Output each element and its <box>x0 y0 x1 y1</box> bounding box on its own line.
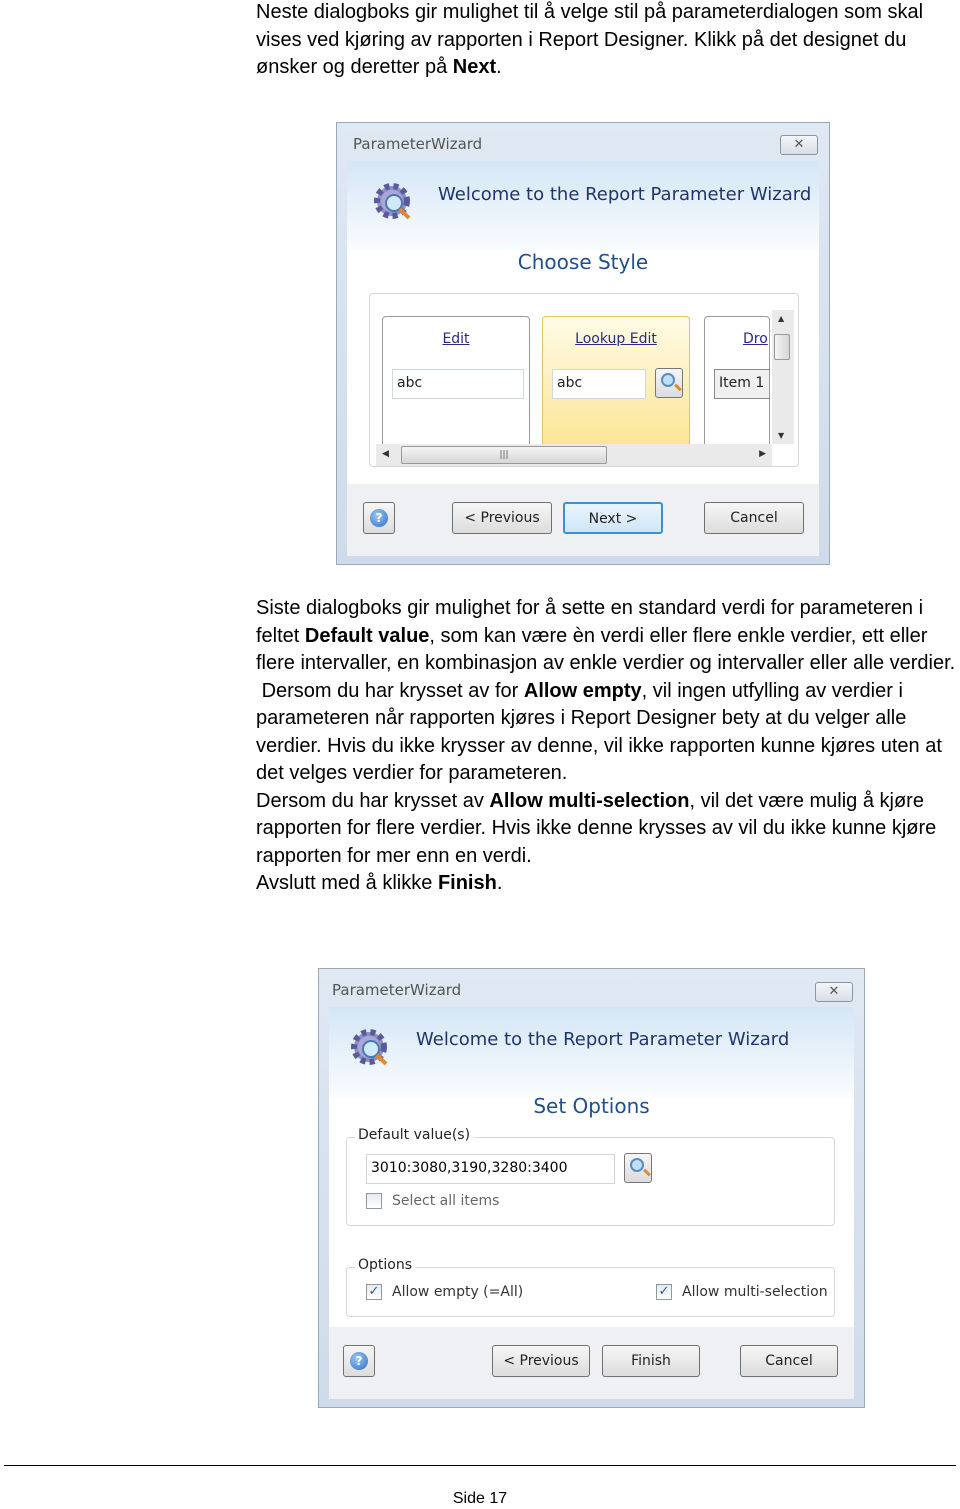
text: Dersom du har krysset av <box>256 789 490 812</box>
help-button[interactable]: ? <box>343 1345 375 1377</box>
help-button[interactable]: ? <box>363 502 395 534</box>
text: Dersom du har krysset av for <box>256 679 524 702</box>
welcome-heading: Welcome to the Report Parameter Wizard <box>416 1029 790 1050</box>
bold-default-value: Default value <box>304 624 430 647</box>
step-title: Choose Style <box>517 250 649 274</box>
bold-allow-empty: Allow empty <box>523 679 642 702</box>
parameter-wizard-choose-style-dialog: ParameterWizard ✕ Welcome to the Report … <box>336 122 830 565</box>
lookup-sample-input: abc <box>552 369 646 399</box>
lookup-values-button[interactable] <box>624 1153 652 1183</box>
horizontal-scrollbar[interactable]: ◀ ||| ▶ <box>376 444 772 466</box>
style-lookup-edit-link[interactable]: Lookup Edit <box>543 331 689 347</box>
gear-magnifier-icon <box>374 183 411 220</box>
paragraph-allow-empty: Dersom du har krysset av for Allow empty… <box>256 678 960 788</box>
allow-multi-selection-label: Allow multi-selection <box>682 1284 828 1300</box>
close-button[interactable]: ✕ <box>780 135 818 155</box>
body-paragraph: Siste dialogboks gir mulighet for å sett… <box>256 595 960 898</box>
footer-rule <box>4 1465 956 1466</box>
gear-magnifier-icon <box>351 1029 388 1066</box>
parameter-wizard-set-options-dialog: ParameterWizard ✕ Welcome to the Report … <box>318 968 865 1408</box>
close-button[interactable]: ✕ <box>815 982 853 1002</box>
allow-multi-selection-checkbox[interactable]: ✓ <box>656 1284 672 1300</box>
options-label: Options <box>355 1257 416 1273</box>
help-icon: ? <box>370 509 388 527</box>
finish-button[interactable]: Finish <box>602 1345 700 1377</box>
intro-paragraph: Neste dialogboks gir mulighet til å velg… <box>256 0 960 82</box>
style-gallery: Edit abc Lookup Edit abc Dro Item 1 ▲ ▼ … <box>369 293 799 467</box>
paragraph-allow-multi: Dersom du har krysset av Allow multi-sel… <box>256 788 960 871</box>
dialog-title: ParameterWizard <box>353 135 483 153</box>
text: . <box>496 872 503 894</box>
paragraph-default-value: Siste dialogboks gir mulighet for å sett… <box>256 595 960 678</box>
paragraph-finish: Avslutt med å klikke Finish. <box>256 870 960 898</box>
options-group: Options ✓ Allow empty (=All) ✓ Allow mul… <box>346 1257 835 1317</box>
step-title: Set Options <box>533 1094 650 1118</box>
style-card-edit[interactable]: Edit abc <box>382 316 530 444</box>
style-dropdown-link[interactable]: Dro <box>743 331 769 347</box>
default-values-group: Default value(s) 3010:3080,3190,3280:340… <box>346 1127 835 1226</box>
dialog-title: ParameterWizard <box>332 981 462 999</box>
allow-empty-checkbox[interactable]: ✓ <box>366 1284 382 1300</box>
cancel-button[interactable]: Cancel <box>704 502 804 534</box>
allow-empty-label: Allow empty (=All) <box>392 1284 524 1300</box>
vertical-scrollbar[interactable]: ▲ ▼ <box>772 310 794 444</box>
style-card-lookup-edit[interactable]: Lookup Edit abc <box>542 316 690 444</box>
text: Avslutt med å klikke <box>256 872 438 894</box>
page-number: Side 17 <box>452 1490 508 1507</box>
previous-button[interactable]: < Previous <box>492 1345 590 1377</box>
style-card-dropdown[interactable]: Dro Item 1 <box>704 316 770 444</box>
cancel-button[interactable]: Cancel <box>740 1345 838 1377</box>
select-all-checkbox[interactable] <box>366 1193 382 1209</box>
magnifier-icon <box>661 373 675 387</box>
bold-finish: Finish <box>437 872 497 894</box>
intro-bold-next: Next <box>452 56 497 78</box>
select-all-label: Select all items <box>392 1193 500 1209</box>
default-value-input[interactable]: 3010:3080,3190,3280:3400 <box>366 1154 615 1184</box>
style-edit-link[interactable]: Edit <box>383 331 529 347</box>
next-button[interactable]: Next > <box>563 502 663 534</box>
previous-button[interactable]: < Previous <box>452 502 552 534</box>
intro-text-end: . <box>496 56 502 78</box>
help-icon: ? <box>350 1352 368 1370</box>
magnifier-icon <box>630 1158 644 1172</box>
intro-text: Neste dialogboks gir mulighet til å velg… <box>256 1 924 78</box>
dropdown-sample: Item 1 <box>714 369 769 399</box>
welcome-heading: Welcome to the Report Parameter Wizard <box>438 184 812 205</box>
lookup-button <box>655 368 683 398</box>
default-values-label: Default value(s) <box>355 1127 474 1143</box>
edit-sample-input: abc <box>392 369 524 399</box>
bold-allow-multi: Allow multi-selection <box>489 789 690 812</box>
